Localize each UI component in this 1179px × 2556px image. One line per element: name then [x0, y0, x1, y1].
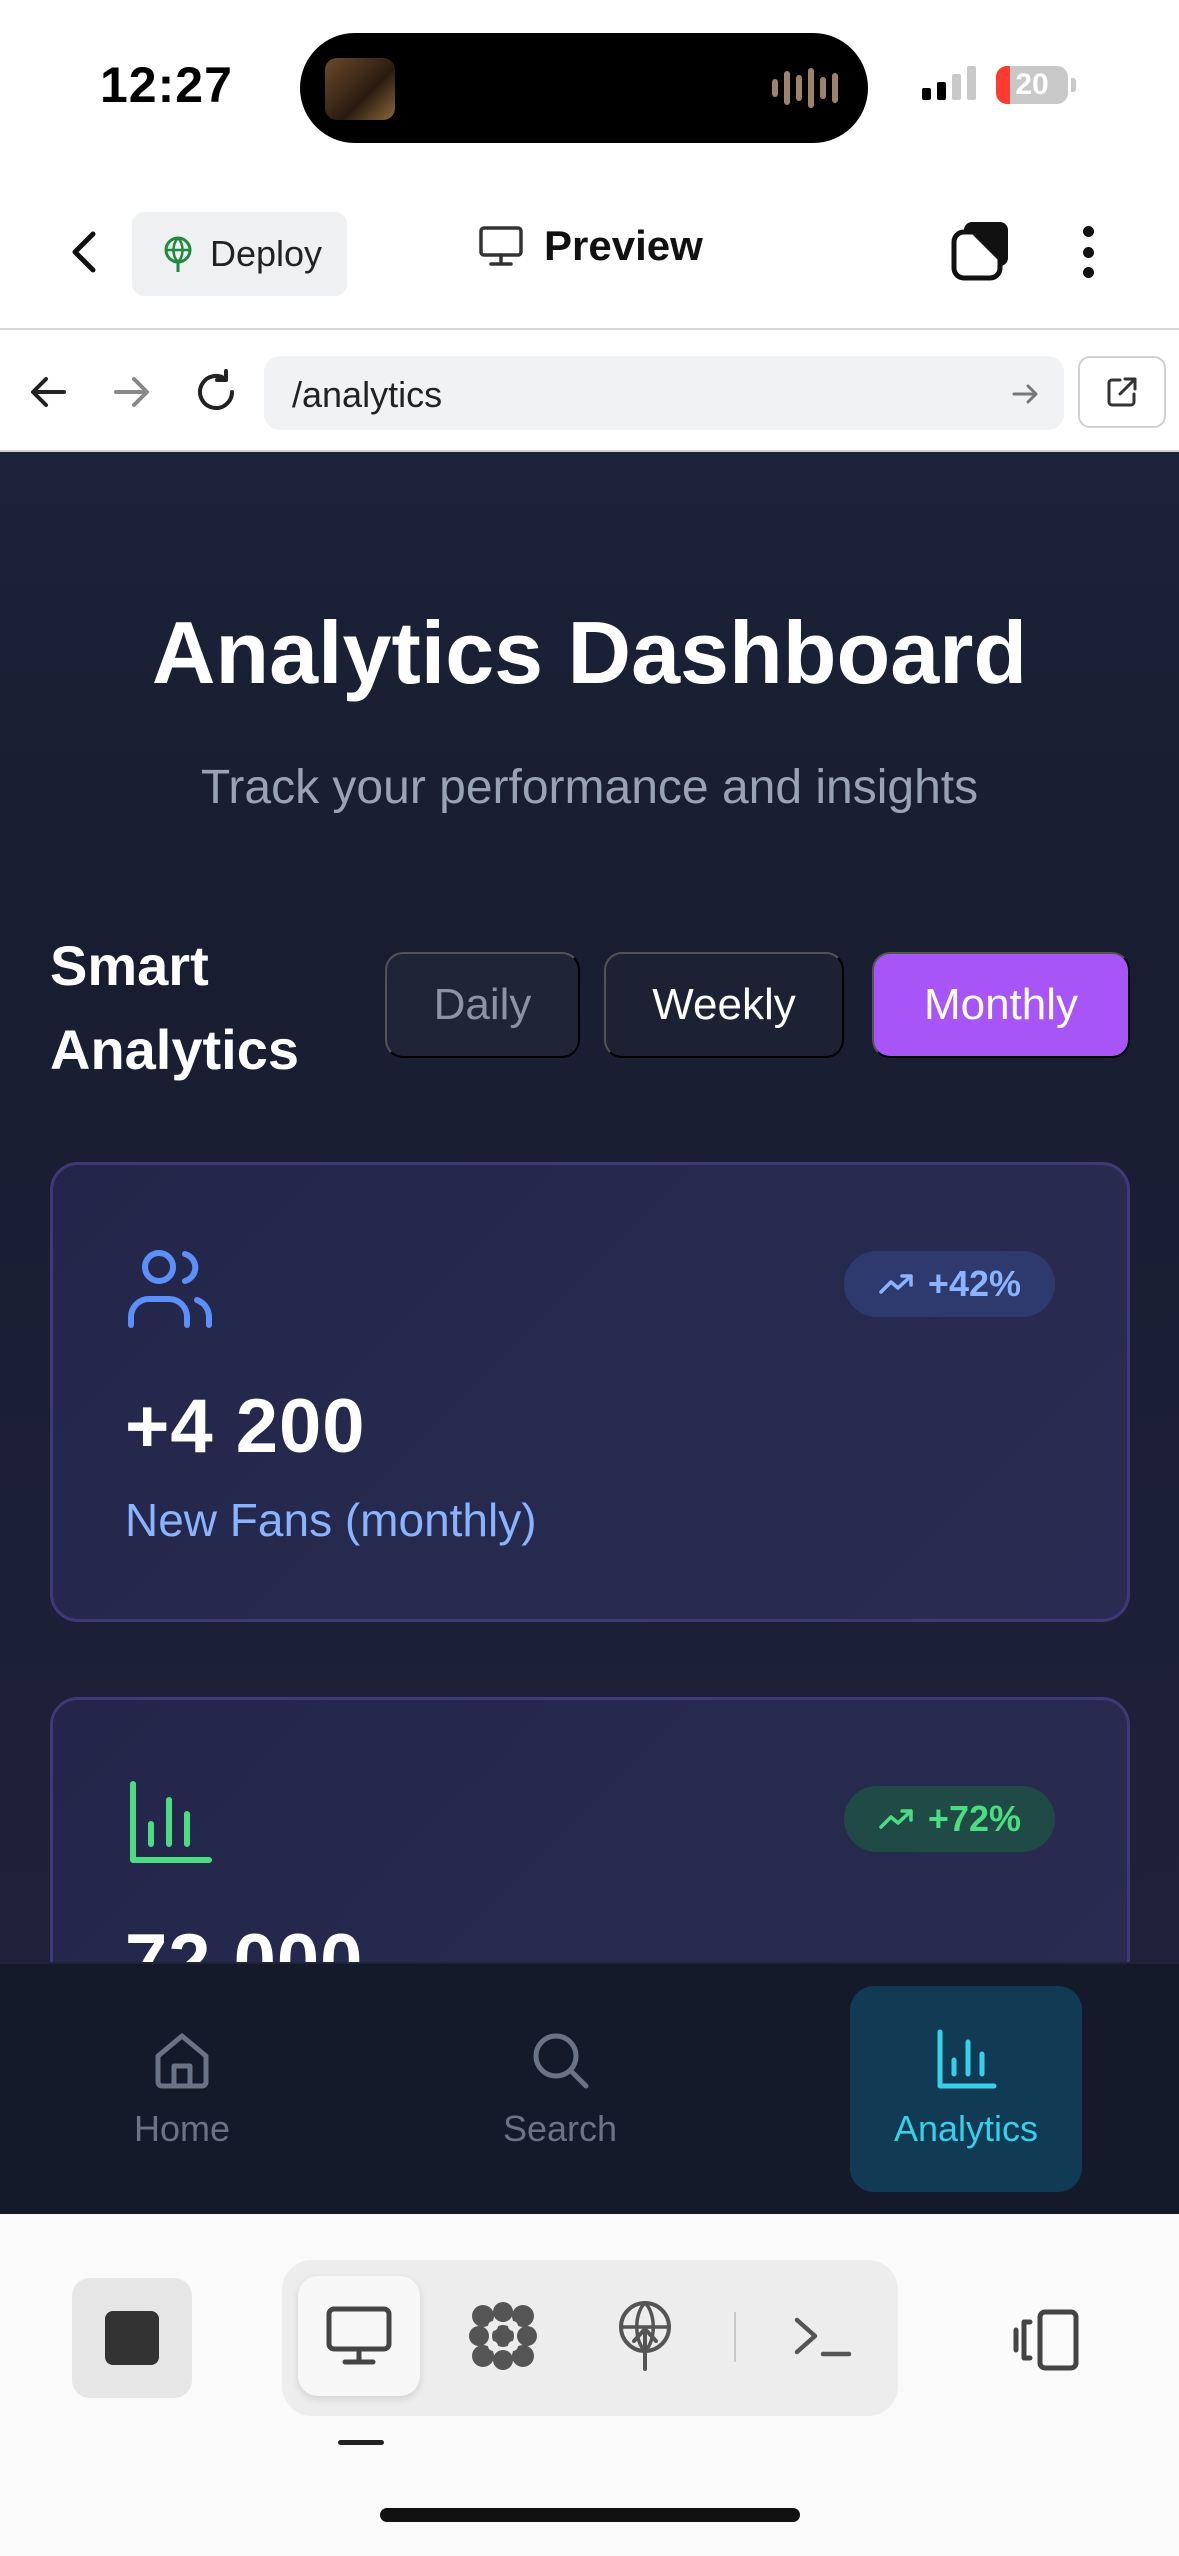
stat-value: +4 200	[125, 1384, 366, 1469]
deploy-label: Deploy	[210, 233, 323, 274]
deploy-icon	[619, 2301, 671, 2371]
deploy-view-button[interactable]	[584, 2276, 706, 2396]
stat-card-new-fans[interactable]: +42% +4 200 New Fans (monthly)	[50, 1162, 1130, 1622]
open-external-button[interactable]	[1078, 356, 1166, 428]
stop-button[interactable]	[72, 2278, 192, 2398]
windows-stack-icon	[951, 222, 1008, 281]
page-subtitle: Track your performance and insights	[200, 761, 979, 814]
external-link-icon	[1107, 377, 1137, 407]
trending-up-icon	[879, 1274, 913, 1294]
back-button[interactable]	[55, 222, 115, 282]
nav-search-label: Search	[502, 2108, 618, 2149]
browser-back-button[interactable]	[24, 368, 72, 416]
device-frame-icon	[1013, 2309, 1079, 2371]
deploy-button[interactable]: Deploy	[132, 212, 347, 296]
more-vertical-icon	[1082, 226, 1094, 237]
url-path: /analytics	[292, 374, 443, 415]
nav-home[interactable]: Home	[82, 1986, 282, 2192]
editor-toolbar	[0, 2214, 1179, 2556]
reload-icon	[198, 369, 234, 410]
nav-analytics-label: Analytics	[893, 2108, 1039, 2149]
browser-forward-button[interactable]	[108, 368, 156, 416]
preview-title: Preview	[478, 222, 703, 270]
toolbar-divider	[734, 2312, 736, 2362]
section-title: Smart Analytics	[50, 934, 299, 1081]
trend-badge: +72%	[843, 1786, 1055, 1852]
home-indicator[interactable]	[380, 2508, 800, 2522]
page-title: Analytics Dashboard	[151, 603, 1028, 702]
stop-icon	[105, 2311, 159, 2365]
go-arrow-icon[interactable]	[1010, 378, 1042, 410]
network-view-button[interactable]	[442, 2276, 564, 2396]
album-art	[325, 58, 395, 120]
app-header: Deploy Preview	[0, 170, 1179, 330]
trend-badge: +42%	[843, 1251, 1055, 1317]
home-icon	[155, 2033, 209, 2089]
url-input[interactable]: /analytics	[264, 356, 1064, 430]
users-icon	[128, 1250, 213, 1328]
desktop-view-button[interactable]	[298, 2276, 420, 2396]
period-monthly-button[interactable]: Monthly	[872, 952, 1130, 1058]
nav-home-label: Home	[133, 2108, 231, 2149]
arrow-left-icon	[31, 377, 66, 407]
signal-icon	[922, 66, 976, 100]
stat-value: 72 000	[125, 1919, 364, 1962]
stat-card-streams[interactable]: +72% 72 000	[50, 1697, 1130, 1962]
nav-analytics[interactable]: Analytics	[850, 1986, 1082, 2192]
bar-chart-icon	[130, 1781, 212, 1863]
device-frame-button[interactable]	[1010, 2304, 1082, 2376]
active-tool-indicator	[338, 2440, 384, 2445]
monitor-icon	[326, 2306, 392, 2365]
more-options-button[interactable]	[1068, 220, 1108, 284]
bottom-nav: Home Search Analytics	[0, 1962, 1179, 2214]
status-bar: 12:27 20	[0, 0, 1179, 170]
trend-value: +42%	[927, 1263, 1021, 1304]
dynamic-island[interactable]	[300, 33, 868, 143]
globe-icon	[164, 236, 192, 272]
bar-chart-icon	[937, 2029, 997, 2089]
stat-label: New Fans (monthly)	[125, 1494, 537, 1546]
arrow-right-icon	[114, 377, 149, 407]
search-icon	[533, 2033, 589, 2089]
trend-value: +72%	[927, 1798, 1021, 1839]
terminal-icon	[794, 2317, 852, 2357]
url-bar: /analytics	[0, 332, 1179, 452]
network-icon	[469, 2302, 537, 2370]
status-time: 12:27	[100, 57, 233, 113]
analytics-dashboard: Analytics Dashboard Track your performan…	[0, 452, 1179, 1962]
audio-waveform-icon	[772, 67, 838, 109]
reload-button[interactable]	[192, 368, 240, 416]
preview-label: Preview	[544, 222, 703, 269]
chevron-left-icon	[72, 231, 96, 273]
battery-icon: 20	[996, 66, 1068, 104]
period-daily-button[interactable]: Daily	[385, 952, 580, 1058]
view-switcher	[282, 2260, 898, 2416]
nav-search[interactable]: Search	[460, 1986, 660, 2192]
battery-tip	[1071, 78, 1076, 92]
battery-level: 20	[1015, 68, 1049, 101]
trending-up-icon	[879, 1809, 913, 1829]
monitor-icon	[479, 226, 523, 266]
period-weekly-button[interactable]: Weekly	[604, 952, 844, 1058]
windows-button[interactable]	[950, 218, 1014, 282]
terminal-button[interactable]	[762, 2276, 884, 2396]
